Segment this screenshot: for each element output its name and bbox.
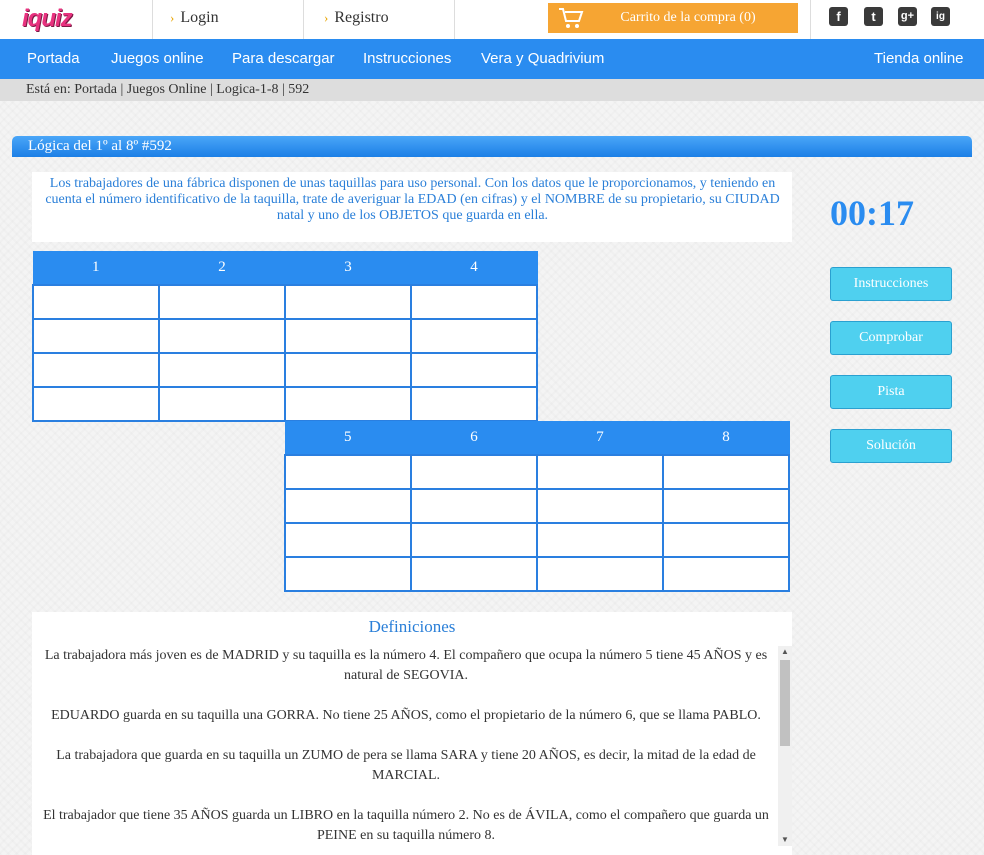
grid-cell[interactable] [410,556,538,592]
answer-grid-bottom: 5 6 7 8 [284,421,790,592]
instrucciones-button[interactable]: Instrucciones [830,267,952,301]
grid-cell[interactable] [158,318,286,354]
login-label: Login [180,9,219,26]
grid-cell[interactable] [284,454,412,490]
grid-cell[interactable] [410,284,538,320]
grid-cell[interactable] [410,454,538,490]
divider [810,0,811,39]
grid-header: 5 [285,421,412,455]
top-bar: iquiz › Login › Registro Carrito de la com… [0,0,984,39]
google-plus-icon[interactable]: g+ [898,7,917,26]
cart-icon [559,8,584,28]
registro-label: Registro [334,9,389,26]
grid-header: 1 [33,251,160,285]
grid-cell[interactable] [284,318,412,354]
grid-header: 2 [159,251,286,285]
grid-cell[interactable] [662,556,790,592]
grid-cell[interactable] [284,386,412,422]
pista-button[interactable]: Pista [830,375,952,409]
grid-header: 4 [411,251,538,285]
timer: 00:17 [830,193,914,233]
breadcrumb: Está en: Portada | Juegos Online | Logic… [0,79,984,101]
grid-cell[interactable] [158,284,286,320]
grid-cell[interactable] [410,522,538,558]
grid-cell[interactable] [410,386,538,422]
definition-item: La trabajadora que guarda en su taquilla… [56,748,756,783]
grid-cell[interactable] [284,522,412,558]
grid-cell[interactable] [536,522,664,558]
iquiz-logo[interactable]: iquiz [22,6,128,32]
answer-grid-top: 1 2 3 4 [32,251,538,422]
grid-header: 3 [285,251,412,285]
grid-cell[interactable] [284,284,412,320]
divider [152,0,153,39]
grid-cell[interactable] [536,556,664,592]
grid-cell[interactable] [662,522,790,558]
grid-header: 6 [411,421,538,455]
grid-header: 8 [663,421,790,455]
scroll-up-icon[interactable]: ▲ [778,646,792,658]
definitions-title: Definiciones [368,617,456,636]
divider [303,0,304,39]
grid-cell[interactable] [284,352,412,388]
definitions-list[interactable]: La trabajadora más joven es de MADRID y … [36,646,776,846]
puzzle-intro: Los trabajadores de una fábrica disponen… [45,176,780,223]
chevron-right-icon: › [324,10,329,25]
grid-cell[interactable] [32,284,160,320]
comprobar-button[interactable]: Comprobar [830,321,952,355]
grid-cell[interactable] [32,318,160,354]
grid-header: 7 [537,421,664,455]
grid-cell[interactable] [32,386,160,422]
nav-tienda-online[interactable]: Tienda online [874,50,964,67]
grid-cell[interactable] [662,488,790,524]
grid-cell[interactable] [662,454,790,490]
facebook-icon[interactable]: f [829,7,848,26]
grid-cell[interactable] [410,318,538,354]
grid-cell[interactable] [284,488,412,524]
grid-cell[interactable] [32,352,160,388]
grid-cell[interactable] [158,352,286,388]
grid-cell[interactable] [158,386,286,422]
grid-cell[interactable] [536,454,664,490]
cart-button[interactable]: Carrito de la compra (0) [548,3,798,33]
divider [454,0,455,39]
puzzle-title: Lógica del 1º al 8º #592 [12,136,972,157]
definition-item: La trabajadora más joven es de MADRID y … [44,648,768,683]
cart-label: Carrito de la compra (0) [620,10,756,25]
registro-link[interactable]: › Registro [324,9,389,27]
main-nav: Portada Juegos online Para descargar Ins… [0,39,984,79]
nav-portada[interactable]: Portada [27,50,80,67]
scroll-down-icon[interactable]: ▼ [778,834,792,846]
definitions-scrollbar[interactable]: ▲ ▼ [778,646,792,846]
grid-cell[interactable] [536,488,664,524]
scroll-thumb[interactable] [780,660,790,746]
chevron-right-icon: › [170,10,175,25]
definition-item: EDUARDO guarda en su taquilla una GORRA.… [51,708,761,723]
grid-cell[interactable] [410,488,538,524]
definition-item: El trabajador que tiene 35 AÑOS guarda u… [43,808,769,843]
login-link[interactable]: › Login [170,9,219,27]
solucion-button[interactable]: Solución [830,429,952,463]
nav-vera-quadrivium[interactable]: Vera y Quadrivium [481,50,604,67]
instagram-icon[interactable]: ig [931,7,950,26]
twitter-icon[interactable]: t [864,7,883,26]
grid-cell[interactable] [284,556,412,592]
logo-text: iquiz [22,5,73,32]
nav-instrucciones[interactable]: Instrucciones [363,50,451,67]
grid-cell[interactable] [410,352,538,388]
nav-juegos-online[interactable]: Juegos online [111,50,204,67]
nav-para-descargar[interactable]: Para descargar [232,50,335,67]
